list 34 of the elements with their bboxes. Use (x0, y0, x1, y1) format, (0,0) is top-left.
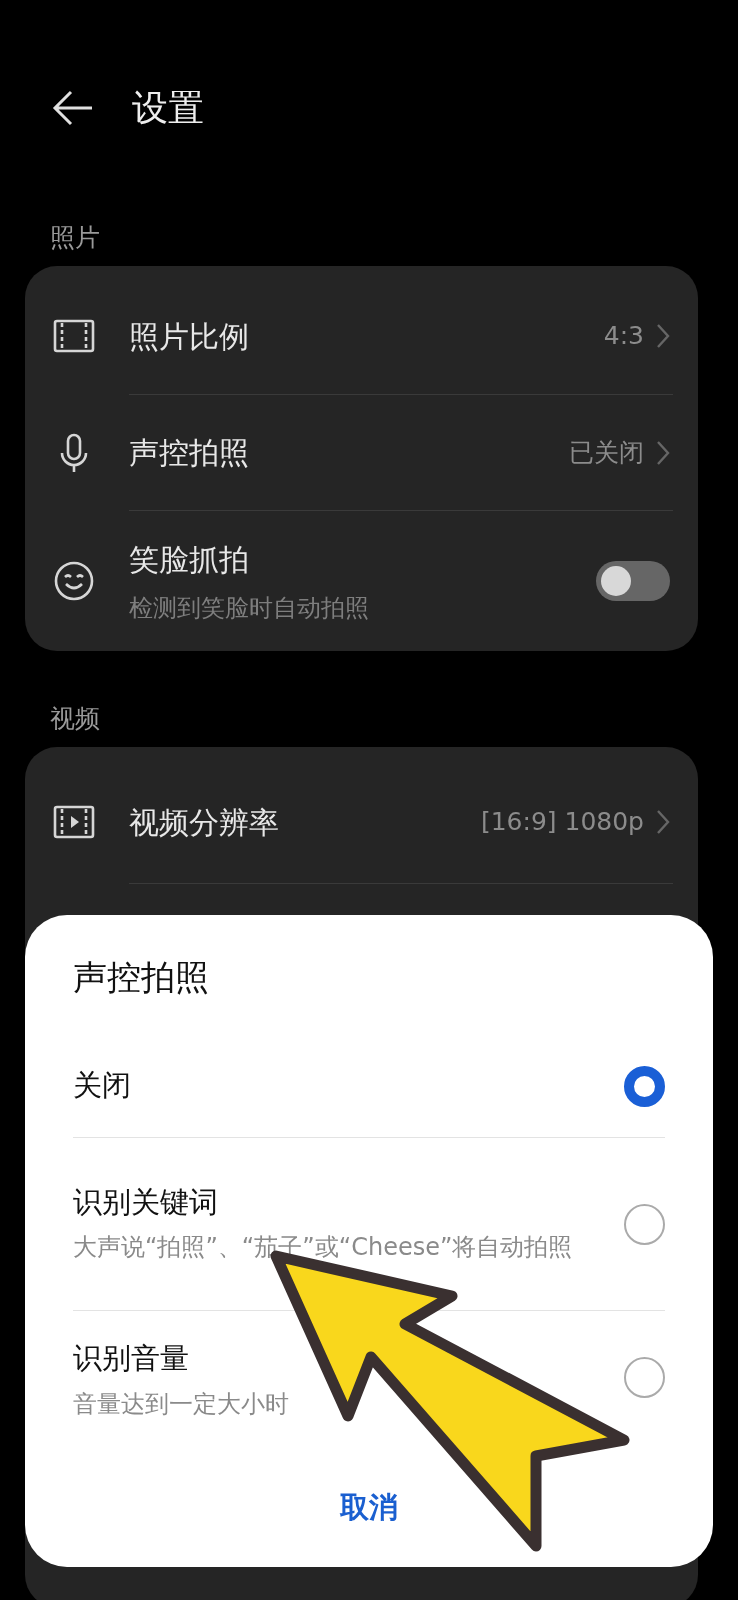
settings-row[interactable]: 视频分辨率 [16:9] 1080p (25, 747, 698, 883)
chevron-icon (656, 323, 670, 349)
chevron-icon (656, 439, 670, 466)
row-title: 声控拍照 (129, 434, 250, 472)
row-subtitle: 检测到笑脸时自动拍照 (129, 592, 370, 624)
radio-button[interactable] (624, 1065, 665, 1107)
radio-button[interactable] (624, 1357, 665, 1398)
page-title: 设置 (132, 86, 204, 130)
row-value: 4:3 (603, 320, 644, 353)
radio-button[interactable] (624, 1203, 665, 1245)
cancel-button[interactable]: 取消 (334, 1485, 404, 1531)
row-title: 笑脸抓拍 (129, 540, 250, 579)
row-title: 照片比例 (129, 317, 250, 356)
option-label: 识别音量 (73, 1340, 190, 1377)
film-frame-icon (53, 319, 95, 353)
smiley-icon (53, 560, 95, 602)
row-value: 已关闭 (569, 436, 644, 469)
back-icon[interactable] (52, 90, 94, 126)
toggle-switch[interactable] (596, 561, 670, 601)
settings-row[interactable]: 照片比例 4:3 (25, 266, 698, 394)
chevron-icon (656, 809, 670, 835)
radio-option[interactable]: 关闭 (73, 1035, 665, 1137)
dialog-title: 声控拍照 (73, 956, 210, 999)
row-title: 视频分辨率 (129, 803, 280, 842)
section-label: 照片 (49, 222, 101, 254)
option-label: 关闭 (73, 1067, 131, 1105)
radio-option[interactable]: 识别音量 音量达到一定大小时 (73, 1311, 665, 1461)
option-description: 音量达到一定大小时 (73, 1388, 289, 1420)
settings-row[interactable]: 笑脸抓拍 检测到笑脸时自动拍照 (25, 511, 698, 651)
section-label: 视频 (49, 703, 101, 735)
settings-row[interactable]: 声控拍照 已关闭 (25, 395, 698, 510)
row-value: [16:9] 1080p (480, 806, 644, 839)
option-label: 识别关键词 (73, 1183, 219, 1221)
video-frame-icon (53, 805, 95, 839)
